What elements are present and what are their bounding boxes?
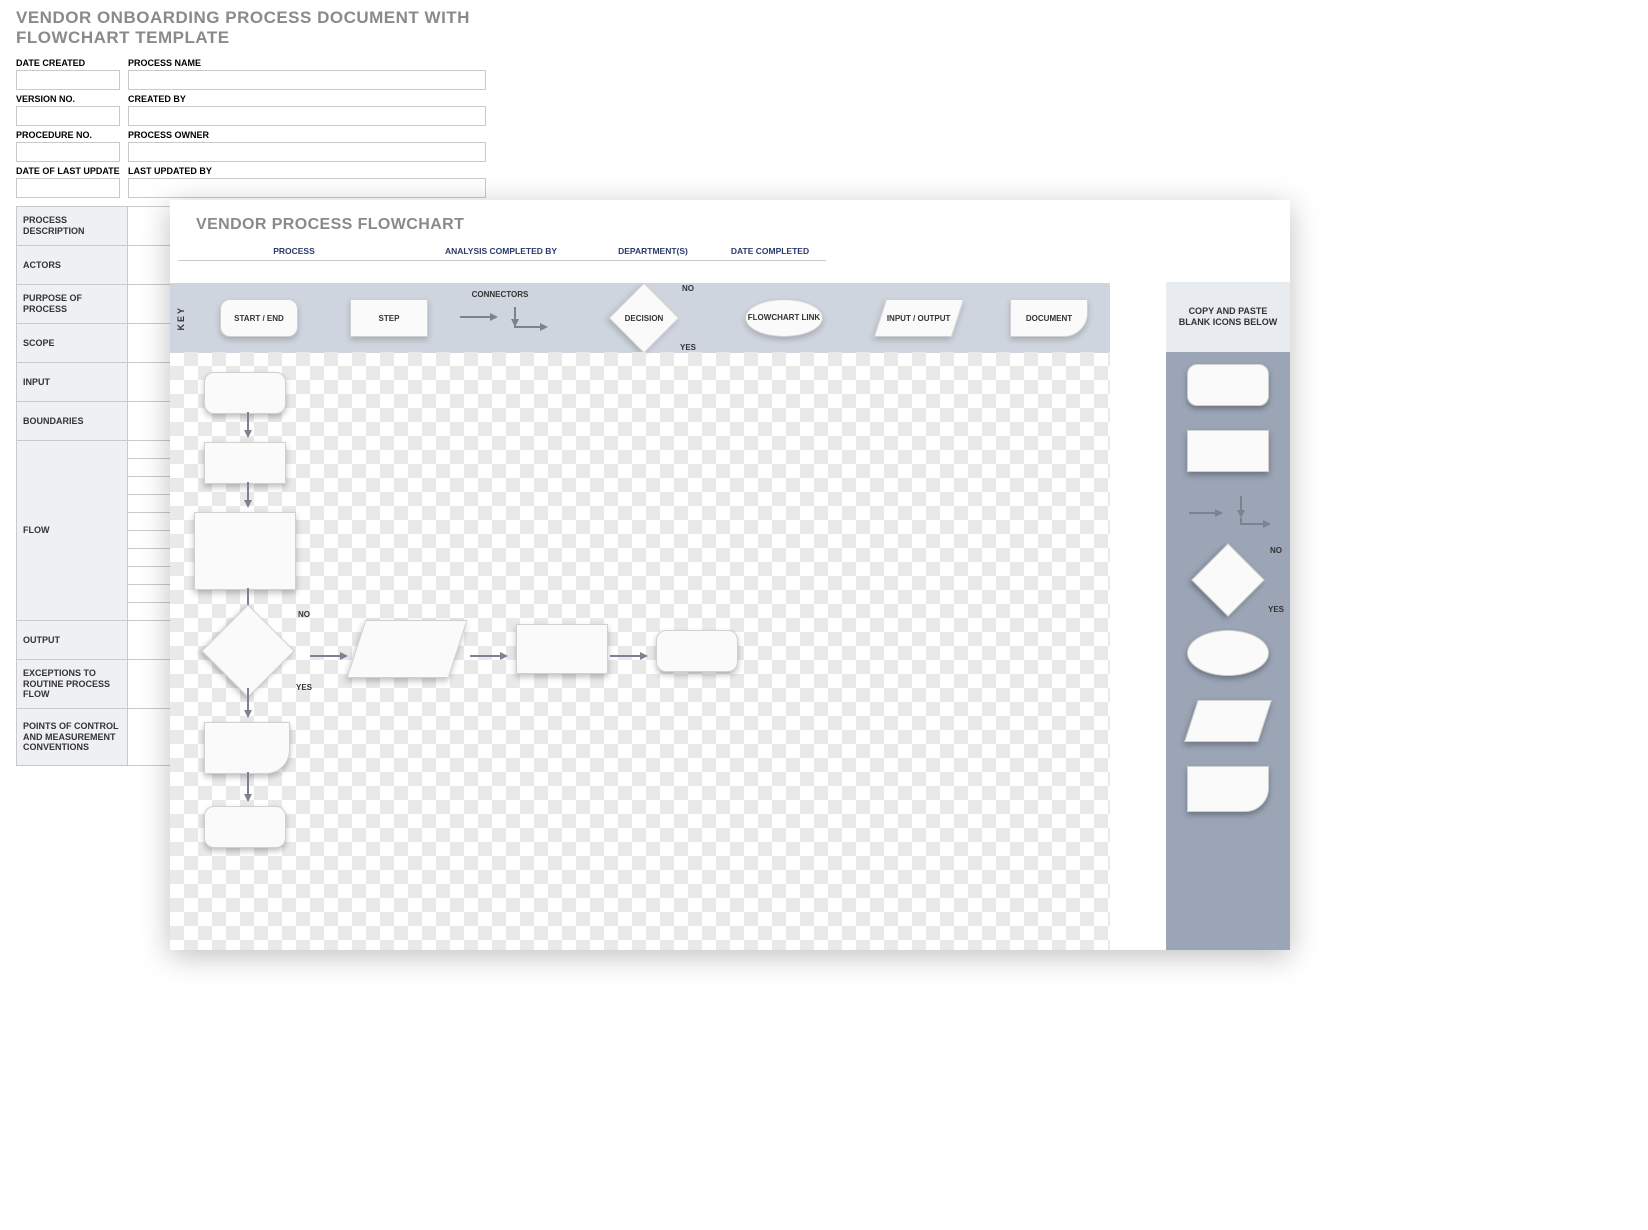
key-connectors: CONNECTORS [460, 290, 540, 347]
label-version-no: VERSION NO. [16, 94, 120, 104]
label-process-name: PROCESS NAME [128, 58, 486, 68]
blank-link-icon[interactable] [1187, 630, 1269, 676]
doc-header-rows: DATE CREATED PROCESS NAME VERSION NO. CR… [16, 58, 486, 198]
meta-analysis-by: ANALYSIS COMPLETED BY [410, 246, 592, 261]
key-decision: DECISION NO YES [610, 294, 678, 342]
blank-icons-column: NO YES [1166, 352, 1290, 950]
input-date-created[interactable] [16, 70, 120, 90]
label-scope: SCOPE [17, 324, 128, 362]
key-document: DOCUMENT [1010, 299, 1088, 337]
canvas-decision[interactable]: NO YES [188, 616, 308, 686]
key-step: STEP [350, 299, 428, 337]
label-exceptions: EXCEPTIONS TO ROUTINE PROCESS FLOW [17, 660, 128, 708]
key-connectors-label: CONNECTORS [472, 290, 529, 299]
canvas-arrow-right-2 [470, 648, 512, 664]
label-flow: FLOW [17, 441, 128, 620]
key-start-end: START / END [220, 299, 298, 337]
label-output: OUTPUT [17, 621, 128, 659]
label-process-owner: PROCESS OWNER [128, 130, 486, 140]
doc-title: VENDOR ONBOARDING PROCESS DOCUMENT WITH … [16, 8, 486, 48]
key-link: FLOWCHART LINK [745, 299, 823, 337]
canvas-arrow-2 [240, 482, 256, 510]
label-points: POINTS OF CONTROL AND MEASUREMENT CONVEN… [17, 709, 128, 765]
input-process-name[interactable] [128, 70, 486, 90]
shape-process-icon: STEP [350, 299, 428, 337]
input-version-no[interactable] [16, 106, 120, 126]
panel-meta: PROCESS ANALYSIS COMPLETED BY DEPARTMENT… [178, 246, 1290, 261]
canvas-arrow-right-3 [610, 648, 652, 664]
input-process-owner[interactable] [128, 142, 486, 162]
label-boundaries: BOUNDARIES [17, 402, 128, 440]
legend-key: KEY START / END STEP CONNECTORS DECISION… [170, 283, 1110, 353]
shape-document-icon: DOCUMENT [1010, 299, 1088, 337]
blank-icons-header: COPY AND PASTE BLANK ICONS BELOW [1166, 282, 1290, 352]
meta-departments: DEPARTMENT(S) [592, 246, 714, 261]
canvas-step-1[interactable] [204, 442, 286, 484]
label-last-updated-by: LAST UPDATED BY [128, 166, 486, 176]
canvas-arrow-down-1 [240, 688, 256, 720]
shape-link-icon: FLOWCHART LINK [745, 299, 823, 337]
canvas-arrow-down-2 [240, 772, 256, 804]
blank-document-icon[interactable] [1187, 766, 1269, 812]
connector-arrows-icon [460, 307, 540, 347]
input-last-update[interactable] [16, 178, 120, 198]
blank-connector-icons[interactable] [1189, 496, 1267, 530]
decision-yes-label: YES [680, 343, 696, 352]
input-last-updated-by[interactable] [128, 178, 486, 198]
label-procedure-no: PROCEDURE NO. [16, 130, 120, 140]
meta-process: PROCESS [178, 246, 410, 261]
blank-io-icon[interactable] [1184, 700, 1272, 742]
panel-title: VENDOR PROCESS FLOWCHART [196, 216, 1290, 234]
input-procedure-no[interactable] [16, 142, 120, 162]
label-date-created: DATE CREATED [16, 58, 120, 68]
canvas-end-bottom[interactable] [204, 806, 286, 848]
key-io: INPUT / OUTPUT [880, 299, 958, 337]
canvas-arrow-1 [240, 412, 256, 440]
canvas-document[interactable] [204, 722, 290, 774]
blank-terminator-icon[interactable] [1187, 364, 1269, 406]
decision-no-label: NO [682, 284, 694, 293]
canvas-step-3[interactable] [516, 624, 608, 674]
meta-date-completed: DATE COMPLETED [714, 246, 826, 261]
label-actors: ACTORS [17, 246, 128, 284]
canvas-arrow-right-1 [310, 648, 352, 664]
label-purpose: PURPOSE OF PROCESS [17, 285, 128, 323]
label-created-by: CREATED BY [128, 94, 486, 104]
canvas-end-right[interactable] [656, 630, 738, 672]
canvas-io[interactable] [356, 620, 458, 678]
flowchart-panel: VENDOR PROCESS FLOWCHART PROCESS ANALYSI… [170, 200, 1290, 950]
blank-process-icon[interactable] [1187, 430, 1269, 472]
shape-io-icon: INPUT / OUTPUT [874, 299, 964, 337]
flowchart-canvas[interactable]: NO YES [170, 352, 1110, 950]
key-label: KEY [170, 306, 192, 331]
blank-icons-panel: COPY AND PASTE BLANK ICONS BELOW NO YES [1166, 282, 1290, 950]
label-last-update: DATE OF LAST UPDATE [16, 166, 120, 176]
canvas-step-2[interactable] [194, 512, 296, 590]
blank-decision-icon[interactable]: NO YES [1188, 554, 1268, 606]
label-process-description: PROCESS DESCRIPTION [17, 207, 128, 245]
input-created-by[interactable] [128, 106, 486, 126]
label-input: INPUT [17, 363, 128, 401]
canvas-start[interactable] [204, 372, 286, 414]
shape-terminator-icon: START / END [220, 299, 298, 337]
